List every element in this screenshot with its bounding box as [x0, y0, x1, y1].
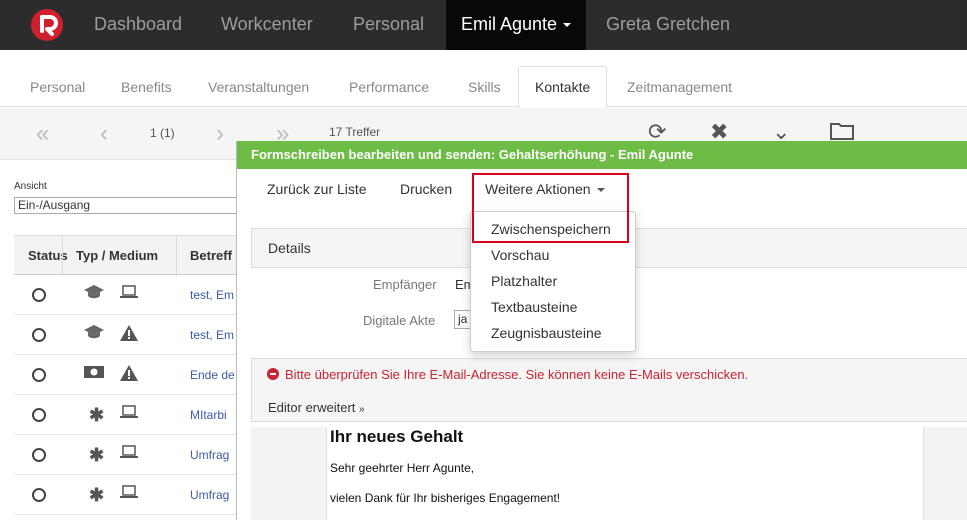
table-row[interactable]: test, Em — [14, 315, 254, 355]
letter-editor[interactable]: Ihr neues Gehalt Sehr geehrter Herr Agun… — [251, 427, 967, 520]
tab-zeitmanagement[interactable]: Zeitmanagement — [627, 67, 732, 107]
table-header: Status Typ / Medium Betreff — [14, 235, 254, 276]
logo-icon[interactable] — [31, 9, 63, 41]
tab-personal[interactable]: Personal — [30, 67, 85, 107]
tab-performance[interactable]: Performance — [349, 67, 429, 107]
next-page-icon[interactable]: › — [216, 122, 224, 146]
table-row[interactable]: Ende de — [14, 355, 254, 395]
first-page-icon[interactable]: « — [36, 122, 49, 146]
money-icon — [84, 365, 104, 383]
laptop-icon — [120, 485, 138, 503]
col-subject[interactable]: Betreff — [190, 248, 232, 263]
tab-benefits[interactable]: Benefits — [121, 67, 172, 107]
col-type-medium[interactable]: Typ / Medium — [76, 248, 158, 263]
hit-count: 17 Treffer — [329, 125, 381, 139]
laptop-icon — [120, 445, 138, 463]
chevron-down-icon: » — [359, 404, 365, 415]
warning-icon — [120, 325, 138, 345]
form-letter-modal: Formschreiben bearbeiten und senden: Geh… — [236, 141, 967, 520]
highlight-annotation — [472, 173, 629, 243]
table-row[interactable]: ✱ MItarbi — [14, 395, 254, 435]
editor-toggle-label: Editor erweitert — [268, 400, 356, 415]
asterisk-icon: ✱ — [89, 485, 105, 505]
nav-personal[interactable]: Personal — [353, 0, 424, 50]
laptop-icon — [120, 285, 138, 303]
status-radio[interactable] — [32, 488, 46, 502]
tab-skills[interactable]: Skills — [468, 67, 501, 107]
menu-item-textbausteine[interactable]: Textbausteine — [491, 299, 577, 315]
graduation-cap-icon — [84, 325, 104, 343]
error-icon — [267, 368, 279, 380]
column-divider — [176, 236, 177, 276]
editor-expand-toggle[interactable]: Editor erweitert » — [268, 400, 365, 415]
row-subject-link[interactable]: Ende de — [190, 368, 235, 382]
view-select[interactable]: Ein-/Ausgang — [14, 197, 254, 214]
letter-title: Ihr neues Gehalt — [330, 427, 464, 446]
modal-title: Formschreiben bearbeiten und senden: Geh… — [237, 141, 967, 169]
column-divider — [62, 236, 63, 276]
page-number: 1 (1) — [150, 126, 175, 140]
status-radio[interactable] — [32, 368, 46, 382]
row-subject-link[interactable]: Umfrag — [190, 488, 229, 502]
status-radio[interactable] — [32, 448, 46, 462]
asterisk-icon: ✱ — [89, 445, 105, 465]
nav-workcenter[interactable]: Workcenter — [221, 0, 313, 50]
warning-icon — [120, 365, 138, 385]
nav-user-name: Emil Agunte — [461, 14, 558, 34]
row-subject-link[interactable]: test, Em — [190, 328, 234, 342]
table-row[interactable]: ✱ Umfrag — [14, 475, 254, 515]
view-label: Ansicht — [14, 181, 47, 192]
error-message: Bitte überprüfen Sie Ihre E-Mail-Adresse… — [285, 367, 749, 382]
row-subject-link[interactable]: test, Em — [190, 288, 234, 302]
menu-item-zeugnisbausteine[interactable]: Zeugnisbausteine — [491, 325, 602, 341]
tab-bar: Personal Benefits Veranstaltungen Perfor… — [0, 51, 967, 108]
letter-page[interactable]: Ihr neues Gehalt Sehr geehrter Herr Agun… — [326, 427, 924, 520]
status-radio[interactable] — [32, 328, 46, 342]
asterisk-icon: ✱ — [89, 405, 105, 425]
nav-user-menu[interactable]: Emil Agunte — [446, 0, 587, 50]
table-row[interactable]: ✱ Umfrag — [14, 435, 254, 475]
tab-veranstaltungen[interactable]: Veranstaltungen — [208, 67, 309, 107]
digital-file-label: Digitale Akte — [363, 313, 436, 328]
error-panel: Bitte überprüfen Sie Ihre E-Mail-Adresse… — [251, 358, 967, 422]
tab-kontakte[interactable]: Kontakte — [518, 66, 608, 108]
menu-item-vorschau[interactable]: Vorschau — [491, 247, 549, 263]
laptop-icon — [120, 405, 138, 423]
letter-salutation: Sehr geehrter Herr Agunte, — [330, 461, 475, 475]
graduation-cap-icon — [84, 285, 104, 303]
print-button[interactable]: Drucken — [400, 181, 452, 197]
details-heading: Details — [268, 240, 311, 256]
caret-down-icon — [563, 23, 572, 28]
back-to-list-button[interactable]: Zurück zur Liste — [267, 181, 367, 197]
top-navbar: Dashboard Workcenter Personal Emil Agunt… — [0, 0, 967, 50]
row-subject-link[interactable]: MItarbi — [190, 408, 227, 422]
table-row[interactable]: test, Em — [14, 275, 254, 315]
status-radio[interactable] — [32, 288, 46, 302]
prev-page-icon[interactable]: ‹ — [100, 122, 108, 146]
status-radio[interactable] — [32, 408, 46, 422]
row-subject-link[interactable]: Umfrag — [190, 448, 229, 462]
nav-dashboard[interactable]: Dashboard — [94, 0, 182, 50]
letter-line: vielen Dank für Ihr bisheriges Engagemen… — [330, 491, 561, 505]
nav-greta-gretchen[interactable]: Greta Gretchen — [606, 0, 730, 50]
recipient-label: Empfänger — [373, 277, 437, 292]
menu-item-platzhalter[interactable]: Platzhalter — [491, 273, 557, 289]
